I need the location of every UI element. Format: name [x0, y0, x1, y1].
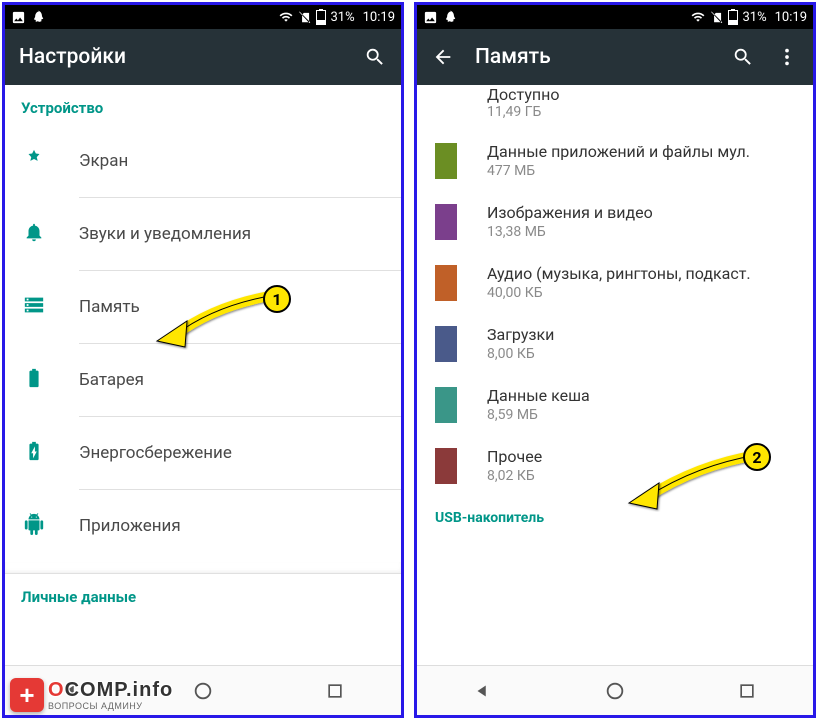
storage-label: Прочее — [487, 447, 542, 466]
clock: 10:19 — [363, 10, 395, 25]
storage-color-swatch — [435, 204, 457, 240]
storage-row[interactable]: Загрузки 8,00 КБ — [417, 313, 813, 374]
nav-recents[interactable] — [733, 677, 761, 705]
bell-icon — [23, 221, 45, 247]
image-icon — [423, 10, 438, 25]
no-sim-icon — [298, 9, 312, 25]
nav-back[interactable] — [469, 677, 497, 705]
battery-icon — [728, 9, 738, 25]
app-bar: Настройки — [5, 29, 401, 85]
storage-icon — [23, 294, 45, 320]
search-button[interactable] — [363, 45, 387, 69]
battery-icon — [316, 9, 326, 25]
nav-home[interactable] — [601, 677, 629, 705]
watermark-plus-icon: + — [10, 678, 44, 712]
nav-recents[interactable] — [321, 677, 349, 705]
back-button[interactable] — [431, 45, 455, 69]
item-storage[interactable]: Память — [5, 271, 401, 343]
wifi-icon — [690, 10, 706, 24]
storage-row[interactable]: Изображения и видео 13,38 МБ — [417, 191, 813, 252]
image-icon — [11, 10, 26, 25]
phone-settings: 31% 10:19 Настройки Устройство Экран Зву… — [2, 2, 404, 718]
rocket-icon — [32, 10, 47, 25]
storage-label: Аудио (музыка, рингтоны, подкаст. — [487, 264, 751, 283]
storage-label: Данные приложений и файлы мул. — [487, 142, 750, 161]
page-title: Память — [475, 45, 711, 69]
storage-color-swatch — [435, 326, 457, 362]
status-bar: 31% 10:19 — [5, 5, 401, 29]
settings-list: Устройство Экран Звуки и уведомления Пам… — [5, 85, 401, 665]
item-label: Батарея — [79, 370, 144, 390]
storage-row[interactable]: Данные приложений и файлы мул. 477 МБ — [417, 130, 813, 191]
watermark-brand-rest: COMP.info — [65, 679, 174, 701]
item-apps[interactable]: Приложения — [5, 490, 401, 562]
storage-list: Доступно 11,49 ГБ Данные приложений и фа… — [417, 85, 813, 665]
storage-color-swatch — [435, 265, 457, 301]
status-bar: 31% 10:19 — [417, 5, 813, 29]
nav-bar — [417, 665, 813, 715]
storage-value: 8,59 МБ — [487, 407, 590, 423]
no-sim-icon — [710, 9, 724, 25]
wifi-icon — [278, 10, 294, 24]
storage-label: Данные кеша — [487, 386, 590, 405]
storage-color-swatch — [435, 387, 457, 423]
rocket-icon — [444, 10, 459, 25]
storage-value: 11,49 ГБ — [487, 104, 795, 120]
usb-section: USB-накопитель — [417, 496, 813, 526]
item-battery[interactable]: Батарея — [5, 344, 401, 416]
watermark-sub: ВОПРОСЫ АДМИНУ — [48, 702, 173, 711]
item-powersave[interactable]: Энергосбережение — [5, 417, 401, 489]
item-display[interactable]: Экран — [5, 125, 401, 197]
item-label: Память — [79, 297, 140, 317]
storage-color-swatch — [435, 448, 457, 484]
item-sound[interactable]: Звуки и уведомления — [5, 198, 401, 270]
storage-label: Загрузки — [487, 325, 554, 344]
storage-value: 8,00 КБ — [487, 346, 554, 362]
clock: 10:19 — [775, 10, 807, 25]
display-icon — [23, 148, 45, 174]
app-bar: Память — [417, 29, 813, 85]
storage-row[interactable]: Данные кеша 8,59 МБ — [417, 374, 813, 435]
storage-label: Доступно — [487, 85, 795, 104]
item-label: Звуки и уведомления — [79, 224, 251, 244]
item-label: Энергосбережение — [79, 443, 232, 463]
storage-value: 477 МБ — [487, 163, 750, 179]
item-label: Приложения — [79, 516, 181, 536]
powersave-icon — [23, 440, 45, 466]
section-device: Устройство — [5, 85, 401, 125]
storage-available[interactable]: Доступно 11,49 ГБ — [417, 85, 813, 130]
phone-storage: 31% 10:19 Память Доступно 11,49 ГБ Данны… — [414, 2, 816, 718]
page-title: Настройки — [19, 45, 343, 69]
android-icon — [23, 513, 45, 539]
battery-item-icon — [23, 367, 45, 393]
item-label: Экран — [79, 151, 128, 171]
storage-color-swatch — [435, 143, 457, 179]
overflow-button[interactable] — [775, 45, 799, 69]
battery-percent: 31% — [330, 10, 354, 25]
watermark-brand-o: O — [48, 679, 65, 701]
storage-label: Изображения и видео — [487, 203, 653, 222]
watermark: + OCOMP.info ВОПРОСЫ АДМИНУ — [10, 678, 173, 712]
section-personal: Личные данные — [5, 574, 401, 614]
storage-row[interactable]: Прочее 8,02 КБ — [417, 435, 813, 496]
storage-value: 40,00 КБ — [487, 285, 751, 301]
storage-value: 8,02 КБ — [487, 468, 542, 484]
storage-row[interactable]: Аудио (музыка, рингтоны, подкаст. 40,00 К… — [417, 252, 813, 313]
storage-value: 13,38 МБ — [487, 224, 653, 240]
battery-percent: 31% — [742, 10, 766, 25]
search-button[interactable] — [731, 45, 755, 69]
nav-home[interactable] — [189, 677, 217, 705]
